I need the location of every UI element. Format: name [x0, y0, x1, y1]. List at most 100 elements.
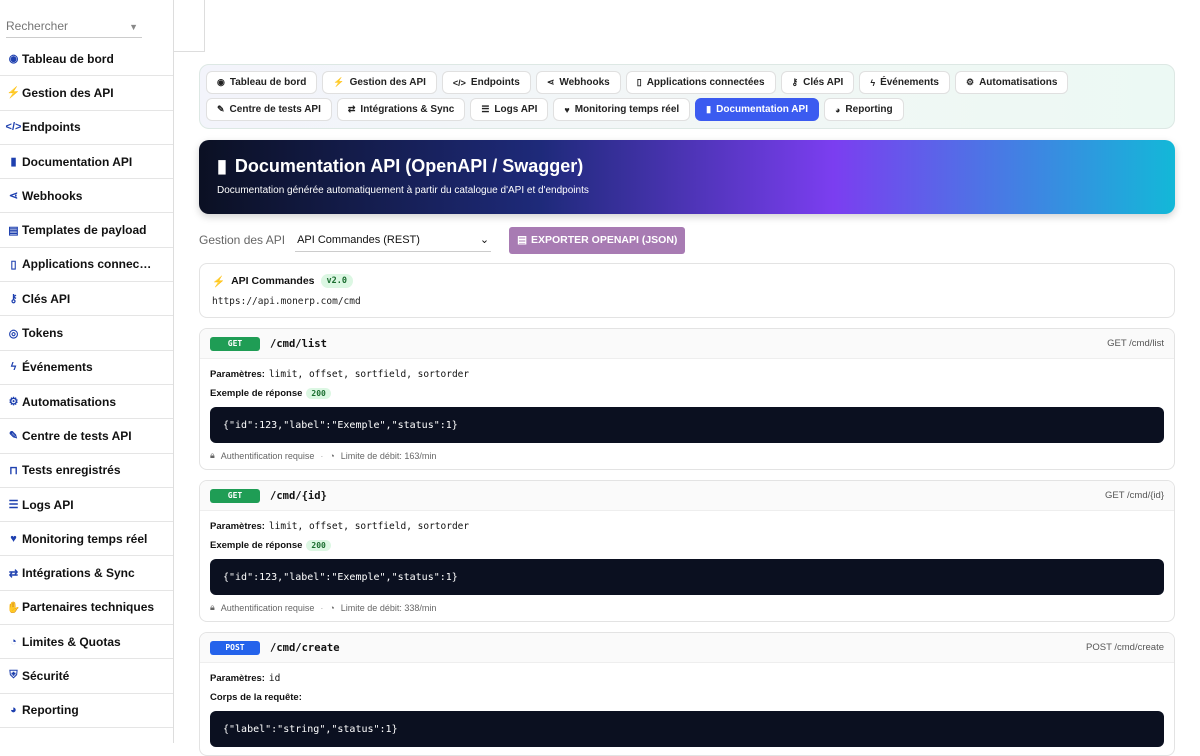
sidebar-item[interactable]: ♥ Monitoring temps réel — [0, 522, 173, 557]
sidebar-item[interactable]: </> Endpoints — [0, 111, 173, 145]
tab-icon: ϟ — [870, 77, 876, 88]
method-badge: GET — [210, 488, 260, 503]
response-example-heading: Exemple de réponse 200 — [210, 388, 1164, 399]
sidebar-item[interactable]: ◎ Tokens — [0, 316, 173, 351]
params-value: limit, offset, sortfield, sortorder — [268, 521, 470, 532]
api-info-card: ⚡ API Commandes v2.0 https://api.monerp.… — [199, 263, 1175, 318]
sidebar-item-label: Partenaires techniques — [22, 600, 155, 615]
sidebar-item-label: Intégrations & Sync — [22, 566, 135, 581]
main-content: ◉ Tableau de bord ⚡ Gestion des API </> Endpo… — [199, 64, 1175, 756]
tab[interactable]: ⚙ Automatisations — [955, 71, 1069, 94]
module-tabs: ◉ Tableau de bord ⚡ Gestion des API </> Endpo… — [199, 64, 1175, 129]
tab[interactable]: ✎ Centre de tests API — [206, 98, 332, 121]
sidebar-item[interactable]: ⚙ Automatisations — [0, 385, 173, 420]
sidebar-item-label: Clés API — [22, 291, 71, 306]
tab-label: Reporting — [845, 104, 893, 115]
code-sample: {"id":123,"label":"Exemple","status":1} — [223, 571, 458, 583]
params-label: Paramètres: — [210, 369, 265, 380]
tab[interactable]: ⚷ Clés API — [780, 71, 855, 94]
request-body-label: Corps de la requête: — [210, 692, 302, 703]
export-openapi-button[interactable]: ▤ EXPORTER OPENAPI (JSON) — [509, 226, 686, 254]
endpoint-header[interactable]: GET /cmd/{id} GET /cmd/{id} — [200, 481, 1174, 511]
tab-icon: ▮ — [706, 104, 712, 114]
sidebar-item[interactable]: ⚷ Clés API — [0, 282, 173, 317]
response-example-label: Exemple de réponse — [210, 388, 303, 399]
rate-limit: Limite de débit: 163/min — [340, 450, 437, 461]
endpoint-path: /cmd/list — [270, 337, 327, 350]
endpoint-card: GET /cmd/list GET /cmd/list Paramètres: … — [199, 328, 1175, 470]
endpoint-body: Paramètres: limit, offset, sortfield, so… — [200, 511, 1174, 621]
key-icon: ⚷ — [9, 293, 18, 306]
sidebar-item-label: Tests enregistrés — [22, 463, 121, 478]
tab-label: Événements — [880, 77, 939, 88]
api-select[interactable]: API Commandes (REST) ⌄ — [295, 228, 492, 252]
code-block: {"label":"string","status":1} — [210, 711, 1164, 747]
tab-label: Intégrations & Sync — [360, 104, 455, 115]
doc-controls: Gestion des API API Commandes (REST) ⌄ ▤… — [199, 226, 1175, 254]
tab-icon: ⚡ — [333, 77, 345, 87]
sidebar-item[interactable]: ☰ Logs API — [0, 488, 173, 523]
sidebar-item[interactable]: ◉ Tableau de bord — [0, 42, 173, 77]
sidebar-item-label: Automatisations — [22, 394, 117, 409]
search-box[interactable]: ▼ — [6, 10, 142, 38]
tab[interactable]: ☰ Logs API — [470, 98, 549, 121]
tab[interactable]: ⇄ Intégrations & Sync — [336, 98, 466, 121]
sidebar-item[interactable]: ▯ Applications connec… — [0, 248, 173, 283]
tab[interactable]: ϟ Événements — [859, 71, 950, 94]
response-example-label: Exemple de réponse — [210, 540, 303, 551]
sidebar-item[interactable]: ⇄ Intégrations & Sync — [0, 556, 173, 591]
endpoint-header[interactable]: GET /cmd/list GET /cmd/list — [200, 329, 1174, 359]
sidebar-item-label: Centre de tests API — [22, 428, 132, 443]
sidebar-item[interactable]: ◕ Reporting — [0, 694, 173, 728]
endpoint-list: GET /cmd/list GET /cmd/list Paramètres: … — [199, 328, 1175, 756]
chevron-down-icon[interactable]: ▼ — [129, 22, 138, 32]
sidebar-item-label: Logs API — [22, 497, 74, 512]
tab-icon: </> — [452, 77, 466, 88]
book-icon: ▮ — [10, 156, 17, 169]
tab-icon: ▯ — [636, 77, 642, 87]
tab-icon: ⋖ — [546, 77, 555, 87]
sidebar-item[interactable]: ⋖ Webhooks — [0, 179, 173, 214]
tab[interactable]: ♥ Monitoring temps réel — [553, 98, 691, 121]
shield-icon: ⛨ — [9, 669, 18, 682]
file-code-icon: ▤ — [8, 224, 19, 237]
tab[interactable]: ⋖ Webhooks — [535, 71, 621, 94]
tab[interactable]: ▯ Applications connectées — [625, 71, 776, 94]
tab[interactable]: ◉ Tableau de bord — [206, 71, 318, 94]
meta-separator: · — [320, 450, 324, 461]
api-title: ⚡ API Commandes v2.0 — [212, 274, 1162, 288]
handshake-icon: ✋ — [6, 601, 21, 614]
endpoint-header[interactable]: POST /cmd/create POST /cmd/create — [200, 633, 1174, 663]
page-title-text: Documentation API (OpenAPI / Swagger) — [234, 156, 584, 176]
fingerprint-icon: ◎ — [8, 327, 19, 340]
sidebar-item[interactable]: ϟ Événements — [0, 351, 173, 385]
sidebar-item[interactable]: ▮ Documentation API — [0, 145, 173, 180]
tab[interactable]: ▮ Documentation API — [695, 98, 819, 121]
mobile-icon: ▯ — [10, 258, 17, 271]
sidebar-nav: ◉ Tableau de bord ⚡ Gestion des API </> Endpo… — [0, 42, 173, 728]
sidebar-item[interactable]: ⚡ Gestion des API — [0, 76, 173, 111]
plug-icon: ⚡ — [6, 87, 21, 100]
tab-icon: ⚙ — [966, 77, 975, 87]
api-base-url: https://api.monerp.com/cmd — [212, 296, 361, 307]
sidebar-item[interactable]: ✋ Partenaires techniques — [0, 591, 173, 626]
tab[interactable]: ◕ Reporting — [823, 98, 904, 121]
page-subtitle: Documentation générée automatiquement à … — [217, 185, 589, 196]
tab-icon: ◉ — [217, 77, 225, 87]
sidebar-item[interactable]: ⛨ Sécurité — [0, 659, 173, 694]
export-openapi-label: EXPORTER OPENAPI (JSON) — [530, 234, 678, 246]
sidebar-item[interactable]: ◔ Limites & Quotas — [0, 625, 173, 660]
page-title: ▮ Documentation API (OpenAPI / Swagger) — [217, 156, 1157, 177]
search-input[interactable] — [6, 10, 126, 33]
sidebar-item-label: Webhooks — [22, 188, 83, 203]
sidebar-item[interactable]: ▤ Templates de payload — [0, 213, 173, 248]
gauge-icon: ◔ — [329, 450, 335, 461]
gauge-icon: ◔ — [329, 602, 335, 613]
tab[interactable]: ⚡ Gestion des API — [322, 71, 437, 94]
sidebar-item[interactable]: ⊓ Tests enregistrés — [0, 454, 173, 488]
page-header: ▮ Documentation API (OpenAPI / Swagger) … — [199, 140, 1175, 214]
lock-icon: 🔒︎ — [210, 602, 215, 612]
code-sample: {"id":123,"label":"Exemple","status":1} — [223, 419, 458, 431]
tab[interactable]: </> Endpoints — [441, 71, 531, 94]
sidebar-item[interactable]: ✎ Centre de tests API — [0, 419, 173, 454]
